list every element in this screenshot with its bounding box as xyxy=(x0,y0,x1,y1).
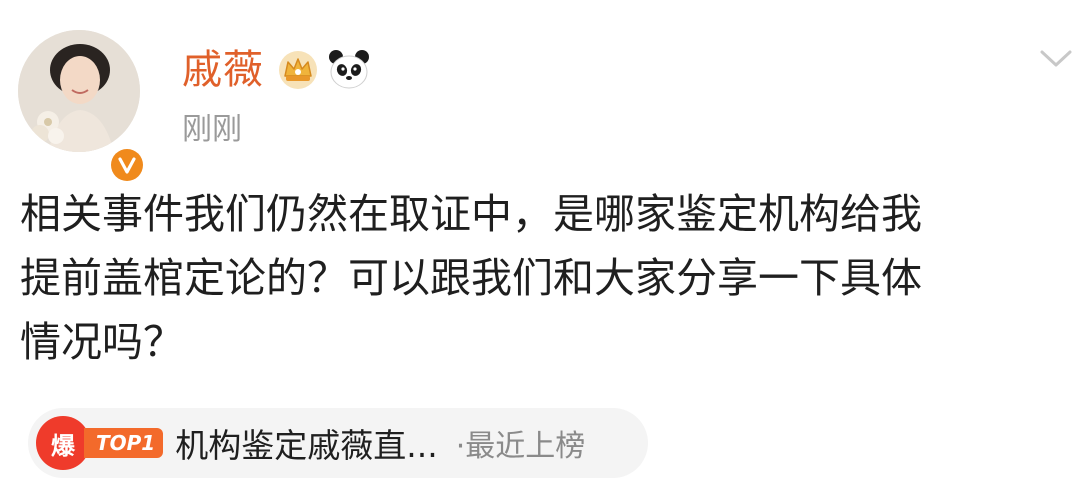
post-text-line: 相关事件我们仍然在取证中，是哪家鉴定机构给我 xyxy=(20,190,922,238)
rank-tag: TOP1 xyxy=(84,428,164,458)
panda-icon xyxy=(326,47,372,93)
hot-topic-title: 机构鉴定戚薇直... xyxy=(175,426,438,465)
weibo-post-card: 戚薇 刚刚 相关事件我们仍然在取证中，是哪家鉴定机构给我 提前盖棺定论的？可以跟… xyxy=(0,0,1080,494)
crown-icon xyxy=(276,48,320,92)
post-timestamp: 刚刚 xyxy=(182,112,242,147)
chevron-down-icon[interactable] xyxy=(1036,44,1076,72)
verified-badge xyxy=(108,146,146,184)
post-text-line: 提前盖棺定论的？可以跟我们和大家分享一下具体 xyxy=(20,254,922,302)
author-avatar-container[interactable] xyxy=(18,30,146,184)
hot-topic-meta: ·最近上榜 xyxy=(455,429,586,464)
author-name[interactable]: 戚薇 xyxy=(182,44,264,96)
hot-topic-pill[interactable]: 爆 TOP1 机构鉴定戚薇直... ·最近上榜 xyxy=(28,408,648,478)
post-body: 相关事件我们仍然在取证中，是哪家鉴定机构给我 提前盖棺定论的？可以跟我们和大家分… xyxy=(20,182,1070,374)
verified-v-icon xyxy=(111,149,143,181)
avatar[interactable] xyxy=(18,30,140,152)
author-name-row: 戚薇 xyxy=(182,44,372,96)
post-text-line: 情况吗？ xyxy=(20,318,184,366)
hot-badge-icon: 爆 xyxy=(36,416,90,470)
